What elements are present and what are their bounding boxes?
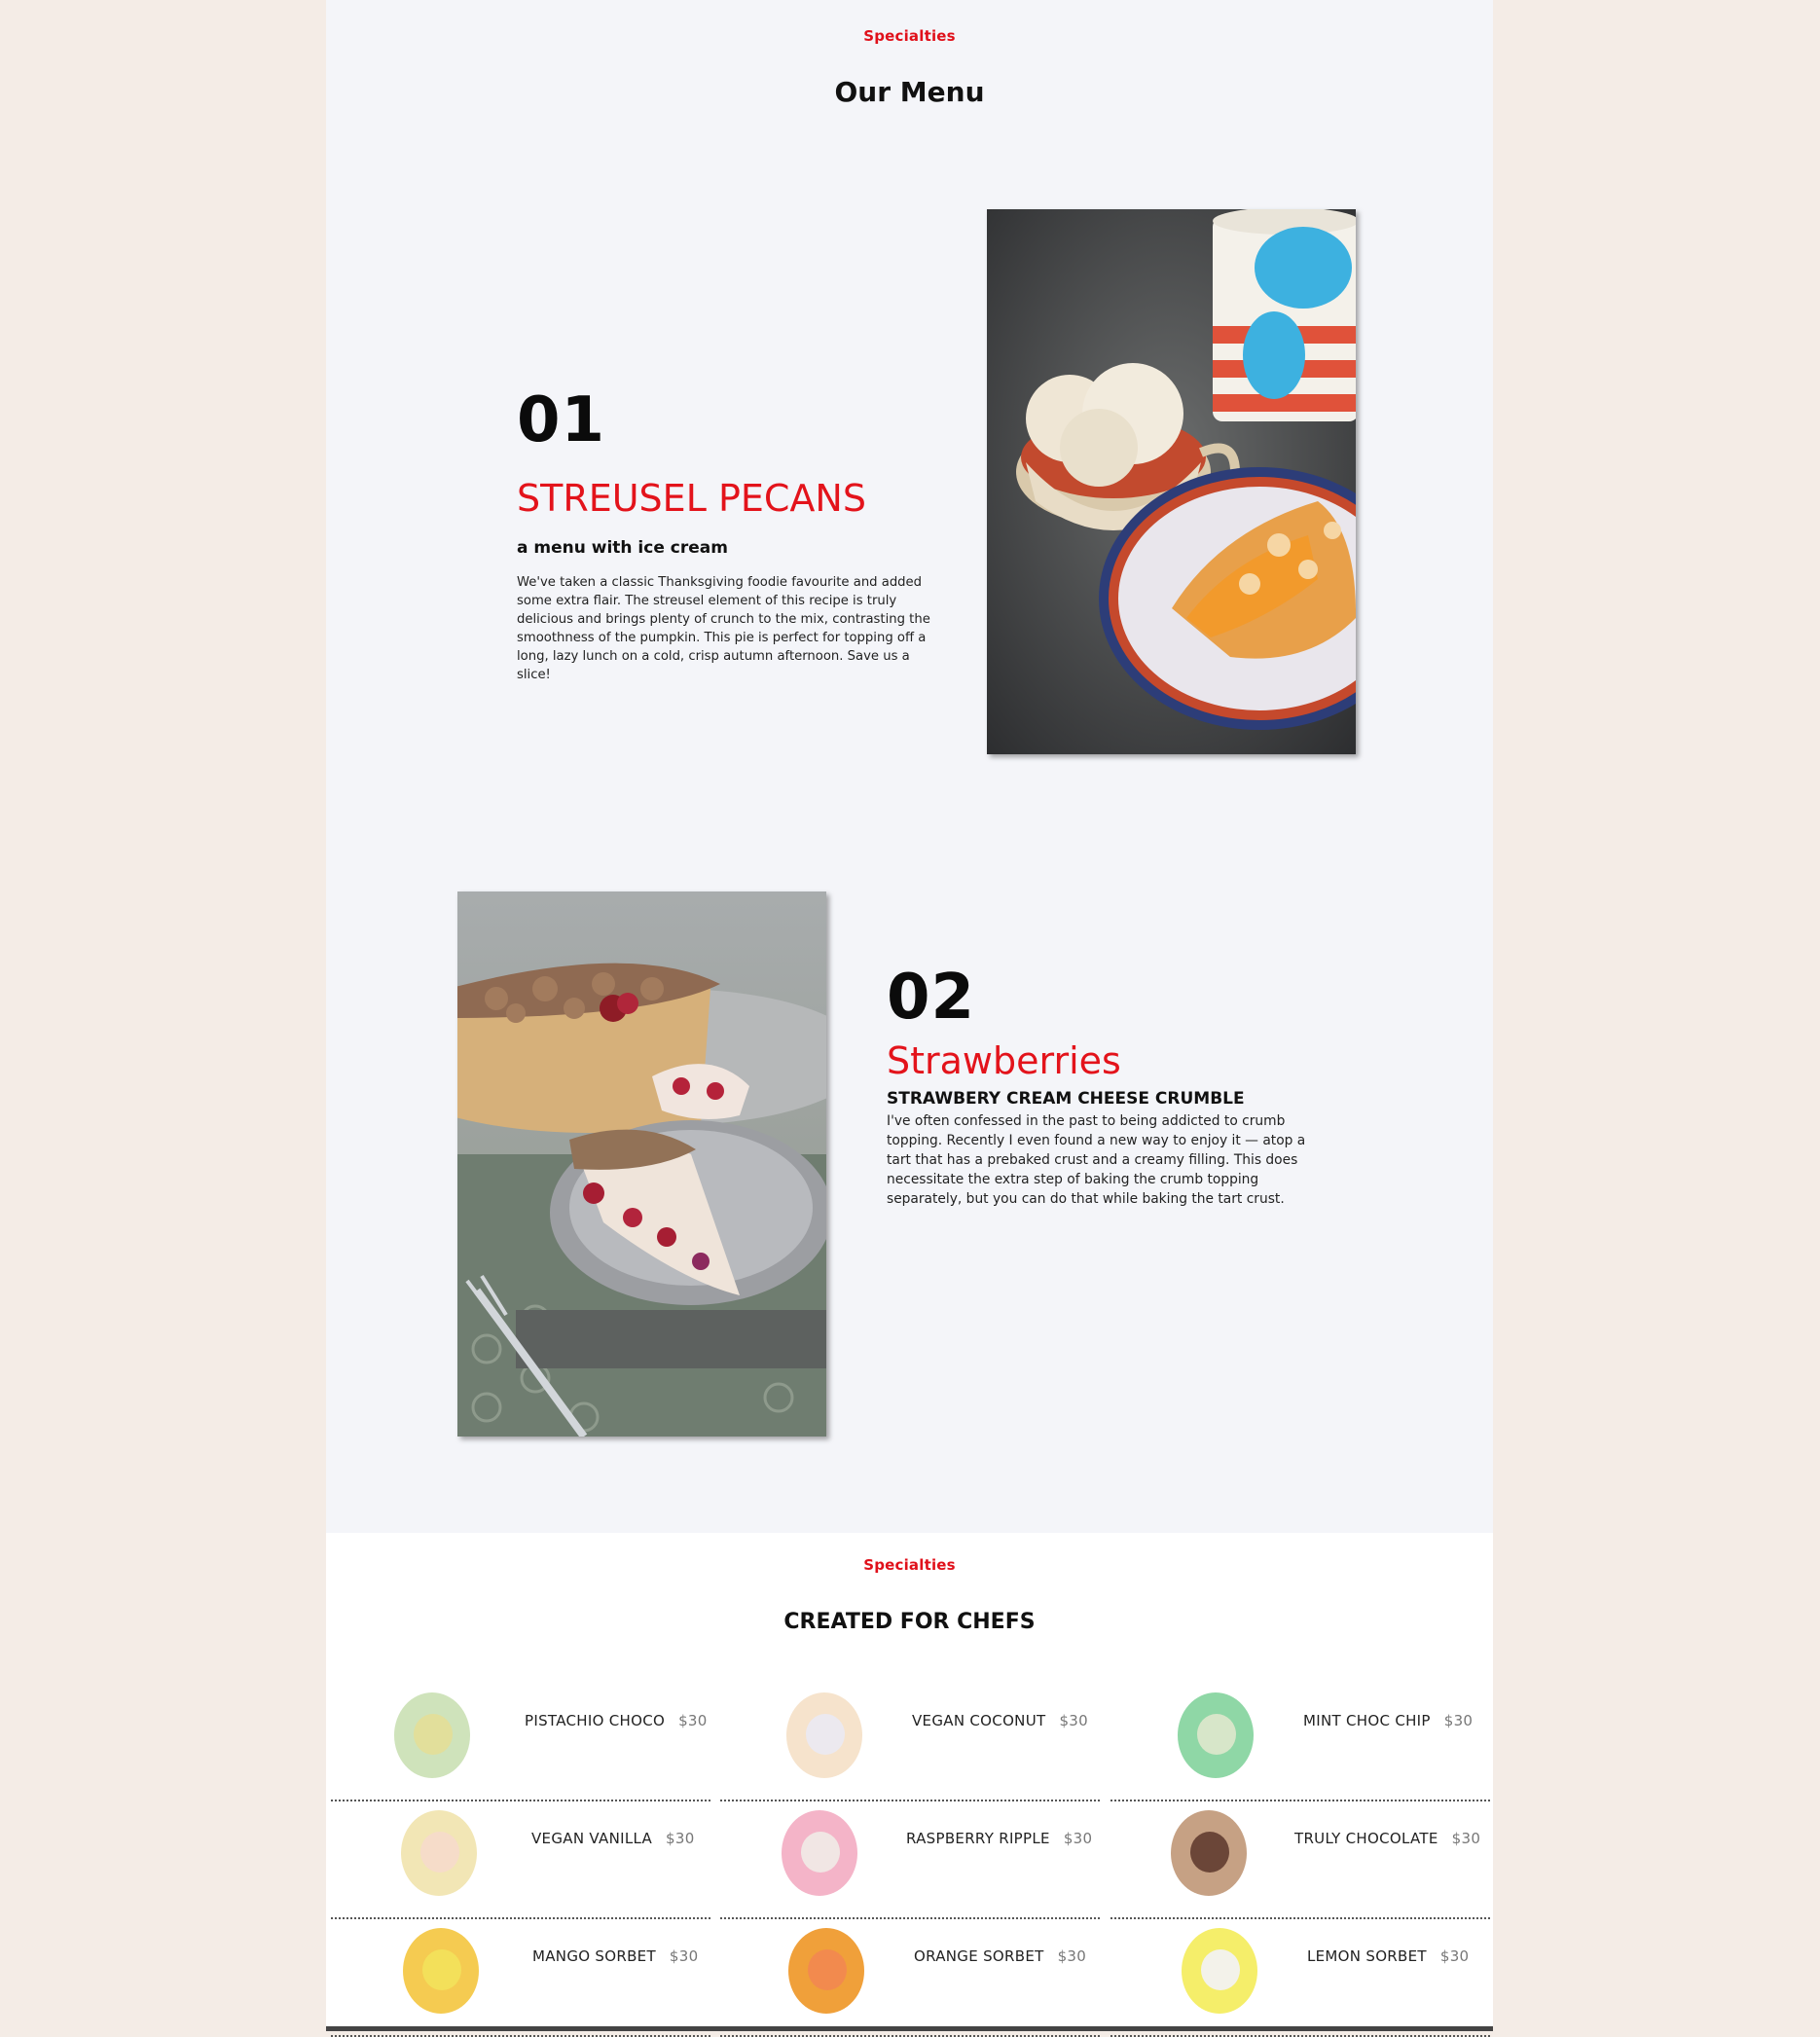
flavor-name: MANGO SORBET: [532, 1947, 656, 1965]
flavor-price: $30: [669, 1947, 699, 1965]
flavor-item[interactable]: MINT CHOC CHIP $30: [1110, 1685, 1490, 1801]
menu-title: Our Menu: [834, 76, 985, 108]
flavor-price: $30: [1443, 1712, 1474, 1729]
flavor-item[interactable]: MANGO SORBET $30: [331, 1920, 710, 2037]
flavor-item[interactable]: VEGAN COCONUT $30: [720, 1685, 1100, 1801]
flavor-scoop: [1197, 1714, 1236, 1755]
flavor-scoop: [1190, 1832, 1229, 1873]
flavor-label: LEMON SORBET $30: [1307, 1947, 1469, 1965]
flavor-plate: [401, 1810, 477, 1896]
flavor-item[interactable]: PISTACHIO CHOCO $30: [331, 1685, 710, 1801]
flavor-name: TRULY CHOCOLATE: [1294, 1830, 1438, 1847]
flavor-scoop: [801, 1832, 840, 1873]
row-divider: [1110, 1917, 1490, 1919]
chefs-section: Specialties CREATED FOR CHEFS PISTACHIO …: [326, 1533, 1493, 2037]
item-name-01: STREUSEL PECANS: [517, 477, 866, 520]
chefs-title: CREATED FOR CHEFS: [783, 1610, 1036, 1634]
flavor-label: VEGAN VANILLA $30: [531, 1830, 695, 1847]
flavor-price: $30: [678, 1712, 708, 1729]
chefs-kicker: Specialties: [863, 1556, 956, 1574]
flavor-scoop: [806, 1714, 845, 1755]
flavor-plate: [403, 1928, 479, 2014]
menu-kicker: Specialties: [863, 27, 956, 45]
flavor-label: MINT CHOC CHIP $30: [1303, 1712, 1473, 1729]
flavor-name: VEGAN VANILLA: [531, 1830, 653, 1847]
flavor-plate: [394, 1692, 470, 1778]
flavor-label: RASPBERRY RIPPLE $30: [906, 1830, 1092, 1847]
flavor-name: ORANGE SORBET: [914, 1947, 1044, 1965]
flavor-label: TRULY CHOCOLATE $30: [1294, 1830, 1480, 1847]
flavor-name: PISTACHIO CHOCO: [525, 1712, 666, 1729]
row-divider: [331, 1917, 710, 1919]
flavor-label: ORANGE SORBET $30: [914, 1947, 1086, 1965]
flavor-price: $30: [1439, 1947, 1470, 1965]
flavor-price: $30: [1451, 1830, 1481, 1847]
flavor-scoop: [414, 1714, 453, 1755]
flavor-plate: [786, 1692, 862, 1778]
item-subtitle-02: STRAWBERY CREAM CHEESE CRUMBLE: [887, 1089, 1245, 1109]
icecream-pie-illustration: [987, 209, 1356, 754]
flavor-scoop: [420, 1832, 459, 1873]
flavor-item[interactable]: LEMON SORBET $30: [1110, 1920, 1490, 2037]
footer-edge: [326, 2026, 1493, 2031]
flavor-price: $30: [1057, 1947, 1087, 1965]
flavor-price: $30: [1063, 1830, 1093, 1847]
flavor-plate: [788, 1928, 864, 2014]
icecream-pie-photo: [987, 209, 1356, 754]
flavor-name: VEGAN COCONUT: [912, 1712, 1046, 1729]
flavor-name: LEMON SORBET: [1307, 1947, 1427, 1965]
row-divider: [1110, 1800, 1490, 1801]
flavor-scoop: [808, 1949, 847, 1990]
flavor-price: $30: [1059, 1712, 1088, 1729]
row-divider: [720, 1917, 1100, 1919]
item-subtitle-01: a menu with ice cream: [517, 538, 728, 558]
flavor-price: $30: [666, 1830, 695, 1847]
page-container: Specialties Our Menu 01 STREUSEL PECANS …: [326, 0, 1493, 2037]
item-number-01: 01: [517, 384, 606, 456]
flavor-plate: [1171, 1810, 1247, 1896]
flavor-plate: [1178, 1692, 1254, 1778]
flavor-item[interactable]: VEGAN VANILLA $30: [331, 1802, 710, 1919]
item-name-02: Strawberries: [887, 1039, 1121, 1082]
strawberry-tart-illustration: [457, 891, 826, 1437]
flavor-label: PISTACHIO CHOCO $30: [525, 1712, 708, 1729]
row-divider: [331, 1800, 710, 1801]
item-description-02: I've often confessed in the past to bein…: [887, 1113, 1306, 1207]
flavor-plate: [1182, 1928, 1257, 2014]
flavor-item[interactable]: TRULY CHOCOLATE $30: [1110, 1802, 1490, 1919]
flavor-scoop: [1201, 1949, 1240, 1990]
item-number-02: 02: [887, 962, 976, 1034]
flavor-item[interactable]: RASPBERRY RIPPLE $30: [720, 1802, 1100, 1919]
flavor-scoop: [422, 1949, 461, 1990]
flavor-label: VEGAN COCONUT $30: [912, 1712, 1088, 1729]
row-divider: [720, 1800, 1100, 1801]
flavor-name: MINT CHOC CHIP: [1303, 1712, 1431, 1729]
flavor-plate: [782, 1810, 857, 1896]
strawberry-tart-photo: [457, 891, 826, 1437]
flavor-label: MANGO SORBET $30: [532, 1947, 698, 1965]
flavor-item[interactable]: ORANGE SORBET $30: [720, 1920, 1100, 2037]
flavor-name: RASPBERRY RIPPLE: [906, 1830, 1050, 1847]
item-description-01: We've taken a classic Thanksgiving foodi…: [517, 575, 930, 682]
